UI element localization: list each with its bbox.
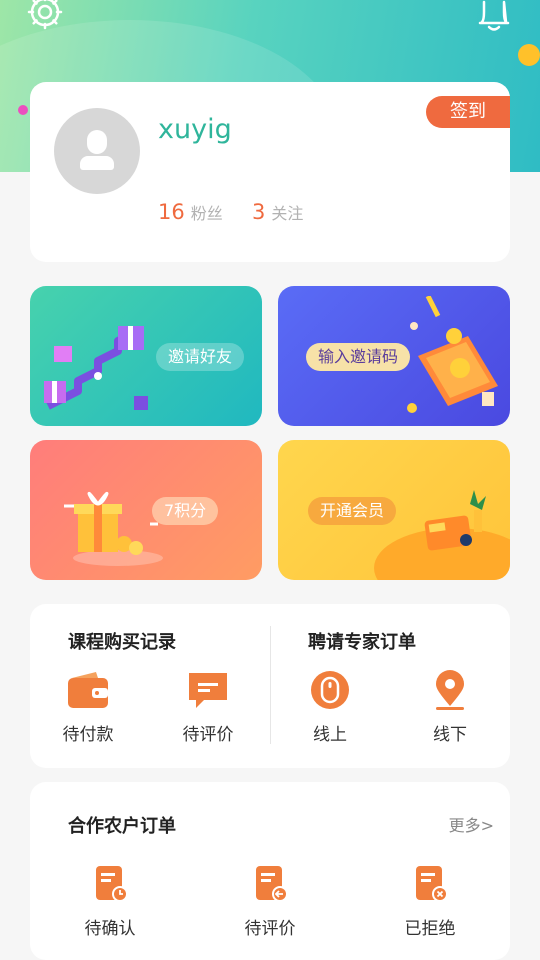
farmer-pending-review-button[interactable]: 待评价 [222, 864, 318, 939]
points-tile[interactable]: 7积分 [30, 440, 262, 580]
online-label: 线上 [313, 725, 347, 745]
fans-count: 16 [158, 200, 185, 224]
gift-box-illustration [64, 491, 163, 566]
following-label: 关注 [271, 204, 304, 223]
enter-invite-code-tile[interactable]: 输入邀请码 [278, 286, 510, 426]
farmer-orders-panel: 合作农户订单 更多> 待确认 待评价 已拒绝 [30, 782, 510, 960]
avatar[interactable] [54, 108, 140, 194]
following-count: 3 [252, 200, 266, 224]
avatar-head [87, 130, 107, 154]
following-stat[interactable]: 3 关注 [252, 200, 303, 224]
points-label: 7积分 [152, 497, 219, 525]
pending-payment-button[interactable]: 待付款 [40, 670, 136, 745]
invite-friends-label: 邀请好友 [156, 343, 245, 371]
gear-icon[interactable] [26, 0, 64, 30]
doc-reply-icon [256, 866, 288, 902]
mouse-icon [311, 671, 349, 709]
profile-card: xuyig 签到 16 粉丝 3 关注 [30, 82, 510, 262]
enter-invite-code-label: 输入邀请码 [306, 343, 411, 371]
farmer-pending-review-label: 待评价 [244, 919, 296, 939]
invite-friends-tile[interactable]: 邀请好友 [30, 286, 262, 426]
orders-panel: 课程购买记录 聘请专家订单 待付款 待评价 线上 线下 [30, 604, 510, 768]
fans-stat[interactable]: 16 粉丝 [158, 200, 223, 224]
course-pending-review-label: 待评价 [182, 725, 234, 745]
gift-stairs-illustration [44, 326, 148, 410]
doc-clock-icon [96, 866, 128, 902]
open-membership-label: 开通会员 [308, 497, 397, 525]
rejected-button[interactable]: 已拒绝 [382, 864, 478, 939]
course-pending-review-button[interactable]: 待评价 [160, 670, 256, 745]
offline-button[interactable]: 线下 [402, 670, 498, 745]
course-orders-title: 课程购买记录 [68, 632, 176, 653]
doc-reject-icon [416, 866, 448, 902]
bell-icon[interactable] [474, 0, 514, 34]
avatar-body [80, 156, 114, 170]
pending-confirm-label: 待确认 [84, 919, 136, 939]
decor-dot [518, 44, 540, 66]
rejected-label: 已拒绝 [404, 919, 456, 939]
username: xuyig [158, 114, 232, 145]
expert-orders-title: 聘请专家订单 [308, 632, 416, 653]
decor-dot [18, 105, 28, 115]
comment-icon [189, 673, 227, 708]
wallet-icon [68, 672, 108, 708]
farmer-orders-title: 合作农户订单 [68, 816, 176, 837]
signin-button[interactable]: 签到 [426, 96, 510, 128]
fans-label: 粉丝 [190, 204, 223, 223]
offline-label: 线下 [433, 725, 467, 745]
open-membership-tile[interactable]: 开通会员 [278, 440, 510, 580]
more-link[interactable]: 更多> [449, 812, 494, 836]
section-divider [270, 626, 271, 744]
online-button[interactable]: 线上 [282, 670, 378, 745]
phone-coins-illustration [407, 296, 498, 413]
pending-confirm-button[interactable]: 待确认 [62, 864, 158, 939]
pending-payment-label: 待付款 [62, 725, 114, 745]
location-pin-icon [436, 670, 464, 710]
